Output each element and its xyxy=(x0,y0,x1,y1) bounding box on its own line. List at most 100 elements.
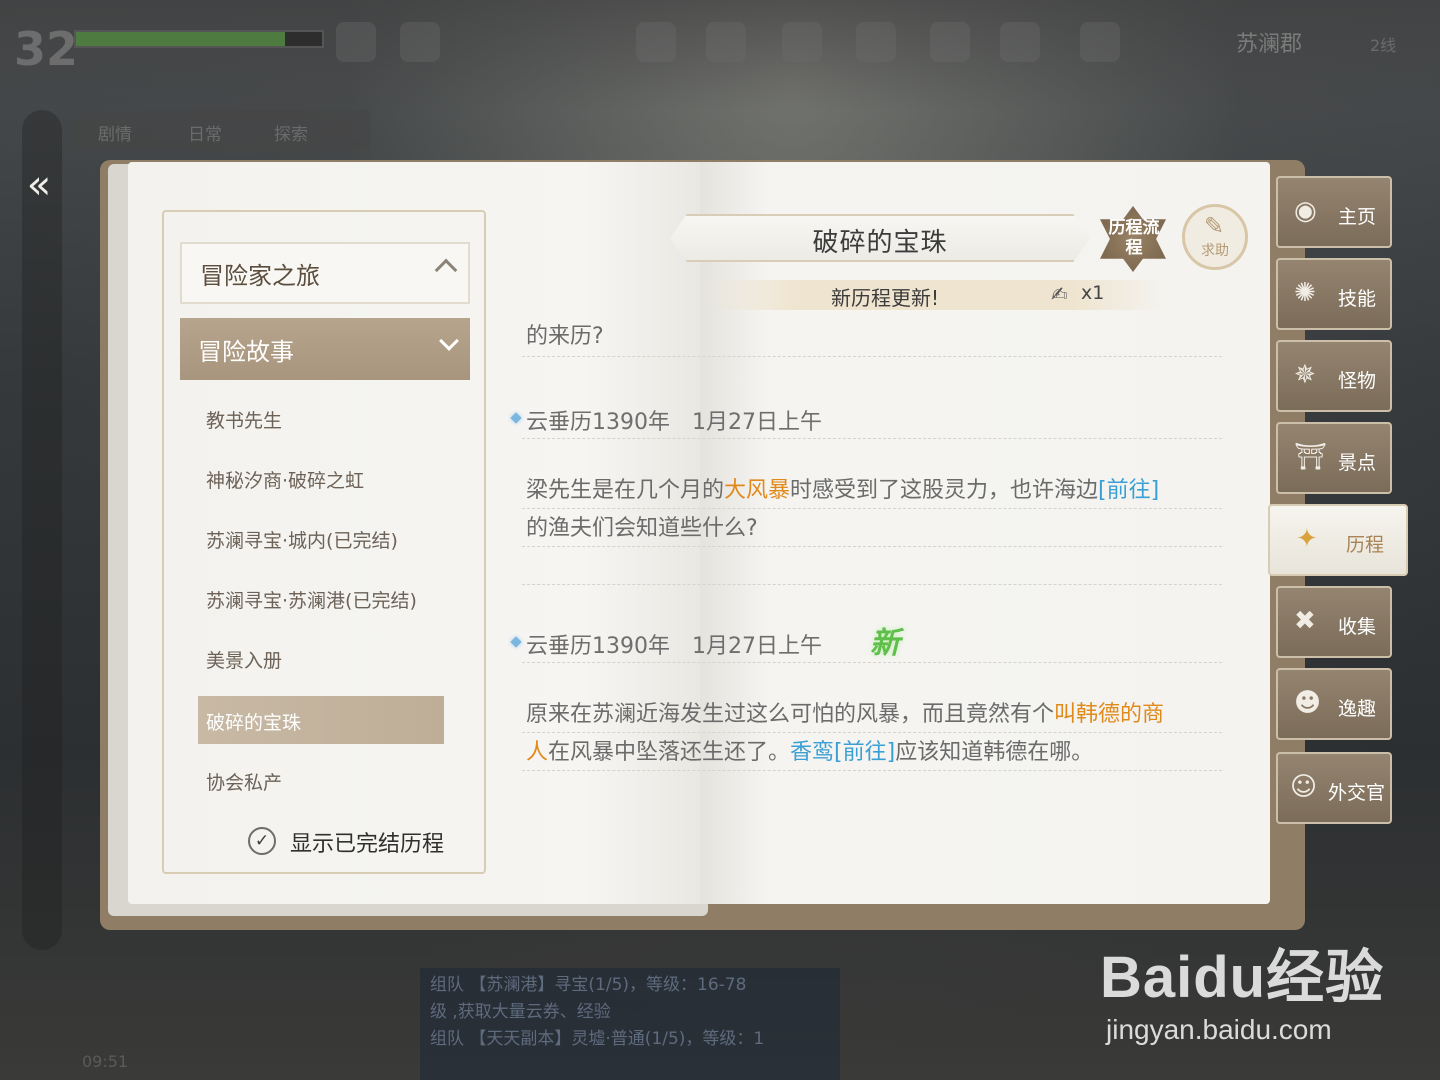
home-icon: ◉ xyxy=(1294,196,1317,226)
story-item[interactable]: 教书先生 xyxy=(198,394,444,442)
category-label: 冒险故事 xyxy=(198,338,294,366)
tab-label: 收集 xyxy=(1338,616,1377,638)
category-adventure-stories[interactable]: 冒险故事 xyxy=(180,318,470,380)
divider xyxy=(522,732,1222,733)
left-rail xyxy=(22,110,62,950)
diplomat-icon: ☺ xyxy=(1290,772,1318,802)
story-item-active[interactable]: 破碎的宝珠 xyxy=(198,696,444,744)
divider xyxy=(522,546,1222,547)
monster-icon: ✵ xyxy=(1294,360,1316,390)
tab-label: 景点 xyxy=(1338,452,1377,474)
entry-text-part: 在风暴中坠落还生还了。 xyxy=(548,740,791,765)
chevron-up-icon xyxy=(434,258,458,282)
chat-line: 组队 【天天副本】灵墟·普通(1/5)，等级：1 xyxy=(430,1029,765,1049)
keyword-highlight: 叫韩德的商 xyxy=(1054,702,1165,727)
entry-text-part: 时感受到了这股灵力，也许海边 xyxy=(790,478,1099,503)
quest-tab-story[interactable]: 剧情 xyxy=(98,120,132,145)
bank-icon[interactable] xyxy=(706,22,746,62)
back-arrow-icon[interactable]: « xyxy=(14,160,64,210)
entry-text-part: 梁先生是在几个月的 xyxy=(526,478,725,503)
entry-text-part: 原来在苏澜近海发生过这么可怕的风暴，而且竟然有个 xyxy=(526,702,1055,727)
entry-text: 梁先生是在几个月的大风暴时感受到了这股灵力，也许海边[前往] xyxy=(526,472,1159,509)
map-icon[interactable] xyxy=(1080,22,1120,62)
tab-diplomat[interactable]: ☺ 外交官 xyxy=(1276,752,1392,824)
divider xyxy=(522,438,1222,439)
category-adventurer-journey[interactable]: 冒险家之旅 xyxy=(180,242,470,304)
new-badge: 新 xyxy=(870,626,900,661)
tab-label: 逸趣 xyxy=(1338,698,1377,720)
quest-tab-explore[interactable]: 探索 xyxy=(274,120,308,145)
baidu-watermark: Baidu经验 jingyan.baidu.com xyxy=(1100,930,1384,1046)
checkmark-icon: ✓ xyxy=(248,827,276,855)
goto-link[interactable]: 香鸾[前往] xyxy=(790,740,895,765)
story-item[interactable]: 苏澜寻宝·苏澜港(已完结) xyxy=(198,574,444,622)
hp-bar xyxy=(74,30,324,48)
show-completed-toggle[interactable]: ✓ 显示已完结历程 xyxy=(248,824,478,860)
divider xyxy=(522,508,1222,509)
quest-tab-daily[interactable]: 日常 xyxy=(188,120,222,145)
current-city: 苏澜郡 xyxy=(1236,32,1303,57)
activity-icon[interactable] xyxy=(400,22,440,62)
entry-text-part: 应该知道韩德在哪。 xyxy=(895,740,1094,765)
divider xyxy=(522,356,1222,357)
page-title: 破碎的宝珠 xyxy=(812,228,948,258)
update-count: x1 xyxy=(1081,282,1105,304)
event-icon[interactable] xyxy=(336,22,376,62)
painting-icon[interactable] xyxy=(782,22,822,62)
show-completed-label: 显示已完结历程 xyxy=(290,832,445,857)
fun-icon: ☻ xyxy=(1294,688,1322,718)
tab-landmarks[interactable]: ⛩ 景点 xyxy=(1276,422,1392,494)
story-item[interactable]: 美景入册 xyxy=(198,634,444,682)
chat-panel[interactable]: 组队 【苏澜港】寻宝(1/5)，等级：16-78 级 ,获取大量云券、经验 组队… xyxy=(420,968,840,1080)
tab-skills[interactable]: ✺ 技能 xyxy=(1276,258,1392,330)
quill-icon: ✍ xyxy=(1051,282,1068,306)
entry-text: 人在风暴中坠落还生还了。香鸾[前往]应该知道韩德在哪。 xyxy=(526,734,1093,771)
journal-book: 冒险家之旅 冒险故事 教书先生 神秘汐商·破碎之虹 苏澜寻宝·城内(已完结) 苏… xyxy=(100,150,1305,930)
chevron-down-icon xyxy=(439,331,459,351)
update-text: 新历程更新! xyxy=(830,286,940,310)
scroll-icon: ✎ xyxy=(1204,212,1225,240)
journey-icon: ✦ xyxy=(1296,524,1318,554)
update-notice: 新历程更新! ✍ x1 xyxy=(705,280,1165,310)
server-line-select[interactable]: 2线 xyxy=(1370,32,1396,56)
process-badge-label: 历程流程 xyxy=(1108,218,1160,258)
right-page xyxy=(700,162,1270,904)
divider xyxy=(522,770,1222,771)
tab-home[interactable]: ◉ 主页 xyxy=(1276,176,1392,248)
tab-label: 历程 xyxy=(1346,534,1385,556)
tab-label: 技能 xyxy=(1338,288,1377,310)
player-level: 32 xyxy=(14,22,79,76)
notice-icon[interactable] xyxy=(930,22,970,62)
compass-icon[interactable] xyxy=(1000,22,1040,62)
divider xyxy=(522,584,1222,585)
help-label: 求助 xyxy=(1201,243,1229,259)
story-item[interactable]: 苏澜寻宝·城内(已完结) xyxy=(198,514,444,562)
tab-collection[interactable]: ✖ 收集 xyxy=(1276,586,1392,658)
tab-label: 主页 xyxy=(1338,206,1377,228)
keyword-highlight: 人 xyxy=(526,740,549,765)
entry-date: 云垂历1390年 1月27日上午 xyxy=(526,634,822,659)
tab-leisure[interactable]: ☻ 逸趣 xyxy=(1276,668,1392,740)
landmark-icon: ⛩ xyxy=(1294,442,1328,472)
collection-icon: ✖ xyxy=(1294,606,1316,636)
chat-line: 级 ,获取大量云券、经验 xyxy=(430,1002,611,1022)
chat-line: 组队 【苏澜港】寻宝(1/5)，等级：16-78 xyxy=(430,975,747,995)
shop-icon[interactable] xyxy=(636,22,676,62)
category-label: 冒险家之旅 xyxy=(200,262,320,290)
trade-icon[interactable] xyxy=(856,22,896,62)
tab-label: 外交官 xyxy=(1328,782,1386,804)
goto-link[interactable]: [前往] xyxy=(1098,478,1159,503)
watermark-logo: Baidu经验 xyxy=(1100,945,1385,1010)
skill-icon: ✺ xyxy=(1294,278,1316,308)
tab-monsters[interactable]: ✵ 怪物 xyxy=(1276,340,1392,412)
divider xyxy=(522,662,1222,663)
watermark-url: jingyan.baidu.com xyxy=(1106,1014,1332,1045)
entry-text: 的渔夫们会知道些什么? xyxy=(526,516,758,541)
top-hud: 32 苏澜郡 2线 xyxy=(0,0,1440,110)
entry-date: 云垂历1390年 1月27日上午 xyxy=(526,410,822,435)
tab-journey[interactable]: ✦ 历程 xyxy=(1268,504,1408,576)
story-item[interactable]: 神秘汐商·破碎之虹 xyxy=(198,454,444,502)
entry-text: 原来在苏澜近海发生过这么可怕的风暴，而且竟然有个叫韩德的商 xyxy=(526,696,1164,733)
story-item[interactable]: 协会私产 xyxy=(198,756,444,804)
clock: 09:51 xyxy=(82,1052,129,1071)
